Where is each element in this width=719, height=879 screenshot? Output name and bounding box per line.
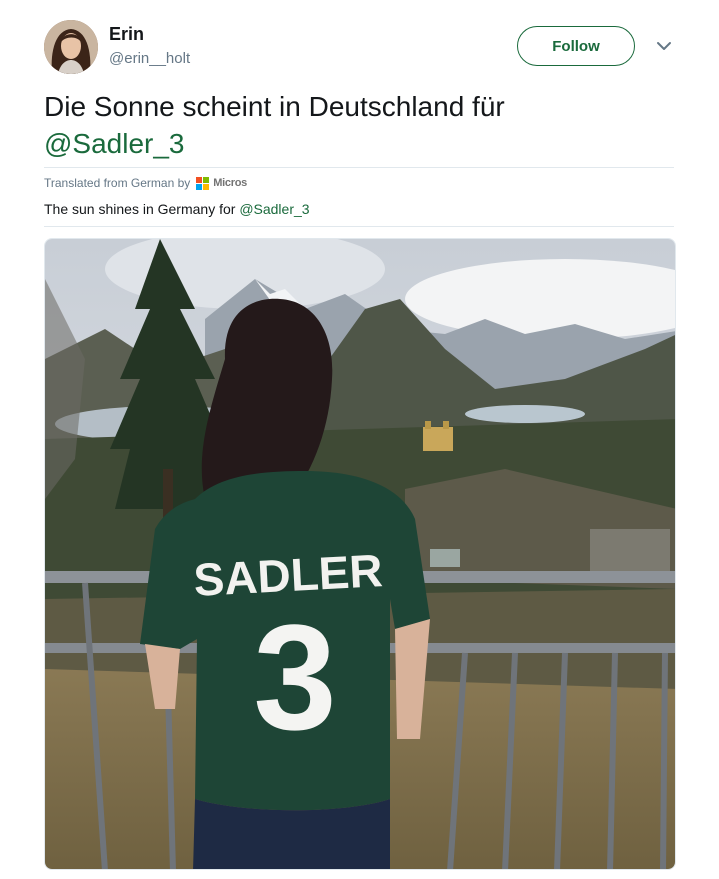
tweet-text: Die Sonne scheint in Deutschland für @Sa… (44, 88, 674, 162)
microsoft-logo-icon (196, 176, 210, 190)
user-name[interactable]: Erin (109, 24, 144, 45)
tweet-body: Die Sonne scheint in Deutschland für (44, 91, 505, 122)
chevron-down-icon[interactable] (654, 36, 674, 56)
divider (44, 167, 674, 168)
translation-label: Translated from German by (44, 176, 191, 190)
user-handle[interactable]: @erin__holt (109, 50, 190, 67)
translation-provider[interactable]: Micros (213, 177, 247, 189)
divider (44, 226, 674, 227)
tweet-photo[interactable]: SADLER 3 (44, 238, 676, 870)
translated-text: The sun shines in Germany for @Sadler_3 (44, 201, 310, 217)
tweet-mention-link[interactable]: @Sadler_3 (44, 128, 185, 159)
jersey-number: 3 (253, 593, 336, 761)
follow-button[interactable]: Follow (517, 26, 635, 66)
translated-mention-link[interactable]: @Sadler_3 (239, 201, 309, 217)
translated-body: The sun shines in Germany for (44, 201, 240, 217)
translation-attribution: Translated from German by Micros (44, 176, 247, 190)
avatar[interactable] (44, 20, 98, 74)
avatar-image (44, 20, 98, 74)
